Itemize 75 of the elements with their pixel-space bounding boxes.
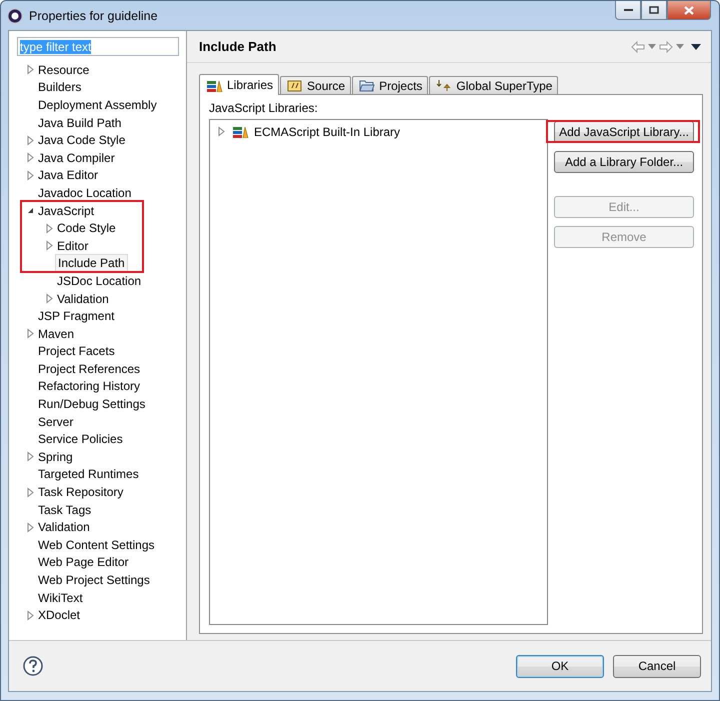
tree-item[interactable]: Task Tags (36, 502, 94, 518)
tree-item[interactable]: Validation (55, 290, 111, 307)
tab[interactable]: Projects (352, 76, 428, 94)
expand-arrow-icon[interactable] (25, 170, 36, 181)
tree-item[interactable]: Maven (36, 326, 76, 342)
tree-item[interactable]: Javadoc Location (36, 184, 134, 201)
tree-item[interactable]: Java Code Style (36, 132, 128, 148)
back-arrow-icon[interactable] (631, 40, 645, 52)
expand-arrow-icon[interactable] (25, 610, 36, 621)
expand-arrow-icon[interactable] (25, 134, 36, 146)
tree-item[interactable]: XDoclet (36, 607, 82, 624)
tree-item[interactable]: Editor (55, 238, 90, 254)
tree-item[interactable]: Service Policies (36, 431, 125, 448)
tree-item[interactable]: Run/Debug Settings (36, 396, 148, 412)
tree-item[interactable]: Validation (36, 519, 92, 536)
tree-item[interactable]: JSP Fragment (36, 308, 116, 324)
dropdown-caret-icon[interactable] (676, 44, 684, 49)
maximize-icon (649, 6, 659, 14)
help-icon[interactable] (23, 656, 43, 676)
close-button[interactable] (667, 1, 711, 20)
tree-item[interactable]: Targeted Runtimes (36, 466, 141, 482)
books-icon (232, 125, 249, 138)
arrows-icon (436, 79, 452, 92)
expand-arrow-icon[interactable] (25, 328, 36, 340)
books-icon (206, 78, 223, 92)
tree-item[interactable]: Project References (36, 360, 142, 377)
tree-item[interactable]: Java Compiler (36, 150, 117, 166)
tab[interactable]: Libraries (199, 74, 280, 95)
tree-item[interactable]: Task Repository (36, 484, 126, 500)
folder-icon (359, 79, 376, 92)
menu-caret-icon[interactable] (691, 44, 701, 50)
expand-arrow-icon[interactable] (25, 522, 36, 533)
expand-arrow-icon[interactable] (25, 486, 36, 498)
tree-item[interactable]: Java Editor (36, 167, 100, 184)
tab[interactable]: Source (280, 76, 352, 94)
expand-arrow-icon[interactable] (44, 240, 55, 252)
tree-item[interactable]: Web Page Editor (36, 554, 130, 570)
tree-item[interactable]: JSDoc Location (55, 272, 144, 289)
list-label: JavaScript Libraries: (209, 101, 319, 115)
window-title: Properties for guideline (29, 8, 158, 22)
forward-arrow-icon[interactable] (659, 40, 673, 52)
expand-arrow-icon[interactable] (216, 126, 227, 138)
tree-item[interactable]: JavaScript (36, 202, 96, 219)
tree-item[interactable]: Server (36, 414, 76, 430)
tree-item[interactable]: Spring (36, 448, 75, 465)
expand-arrow-icon[interactable] (25, 64, 36, 76)
minimize-button[interactable] (615, 1, 641, 20)
tree-item[interactable]: Java Build Path (36, 114, 124, 131)
expand-arrow-icon[interactable] (25, 451, 36, 462)
tree-item[interactable]: Web Content Settings (36, 536, 157, 553)
dialog-button[interactable]: Cancel (613, 654, 701, 678)
tree-item[interactable]: Builders (36, 79, 84, 96)
tab[interactable]: Global SuperType (429, 76, 558, 94)
library-item[interactable]: ECMAScript Built-In Library (254, 124, 400, 139)
page-title: Include Path (199, 39, 276, 54)
minimize-icon (624, 8, 632, 12)
close-icon (684, 6, 694, 14)
library-list[interactable]: ECMAScript Built-In Library (209, 119, 548, 625)
tree-item[interactable]: Deployment Assembly (36, 96, 159, 113)
tree-item[interactable]: Include Path (55, 254, 128, 272)
tree-item[interactable]: Refactoring History (36, 378, 142, 394)
maximize-button[interactable] (641, 1, 667, 20)
tree-item[interactable]: Resource (36, 62, 92, 78)
app-icon (7, 8, 23, 24)
library-button[interactable]: Add a Library Folder... (554, 151, 694, 173)
expand-arrow-icon[interactable] (44, 293, 55, 304)
tree-item[interactable]: WikiText (36, 590, 85, 606)
dialog-button[interactable]: OK (516, 654, 604, 678)
expand-arrow-icon[interactable] (44, 222, 55, 234)
source-folder-icon (287, 79, 304, 92)
expand-arrow-icon[interactable] (25, 152, 36, 164)
tree-item[interactable]: Project Facets (36, 343, 117, 360)
tree-item[interactable]: Code Style (55, 220, 118, 236)
dropdown-caret-icon[interactable] (648, 44, 656, 49)
tree-item[interactable]: Web Project Settings (36, 572, 152, 588)
